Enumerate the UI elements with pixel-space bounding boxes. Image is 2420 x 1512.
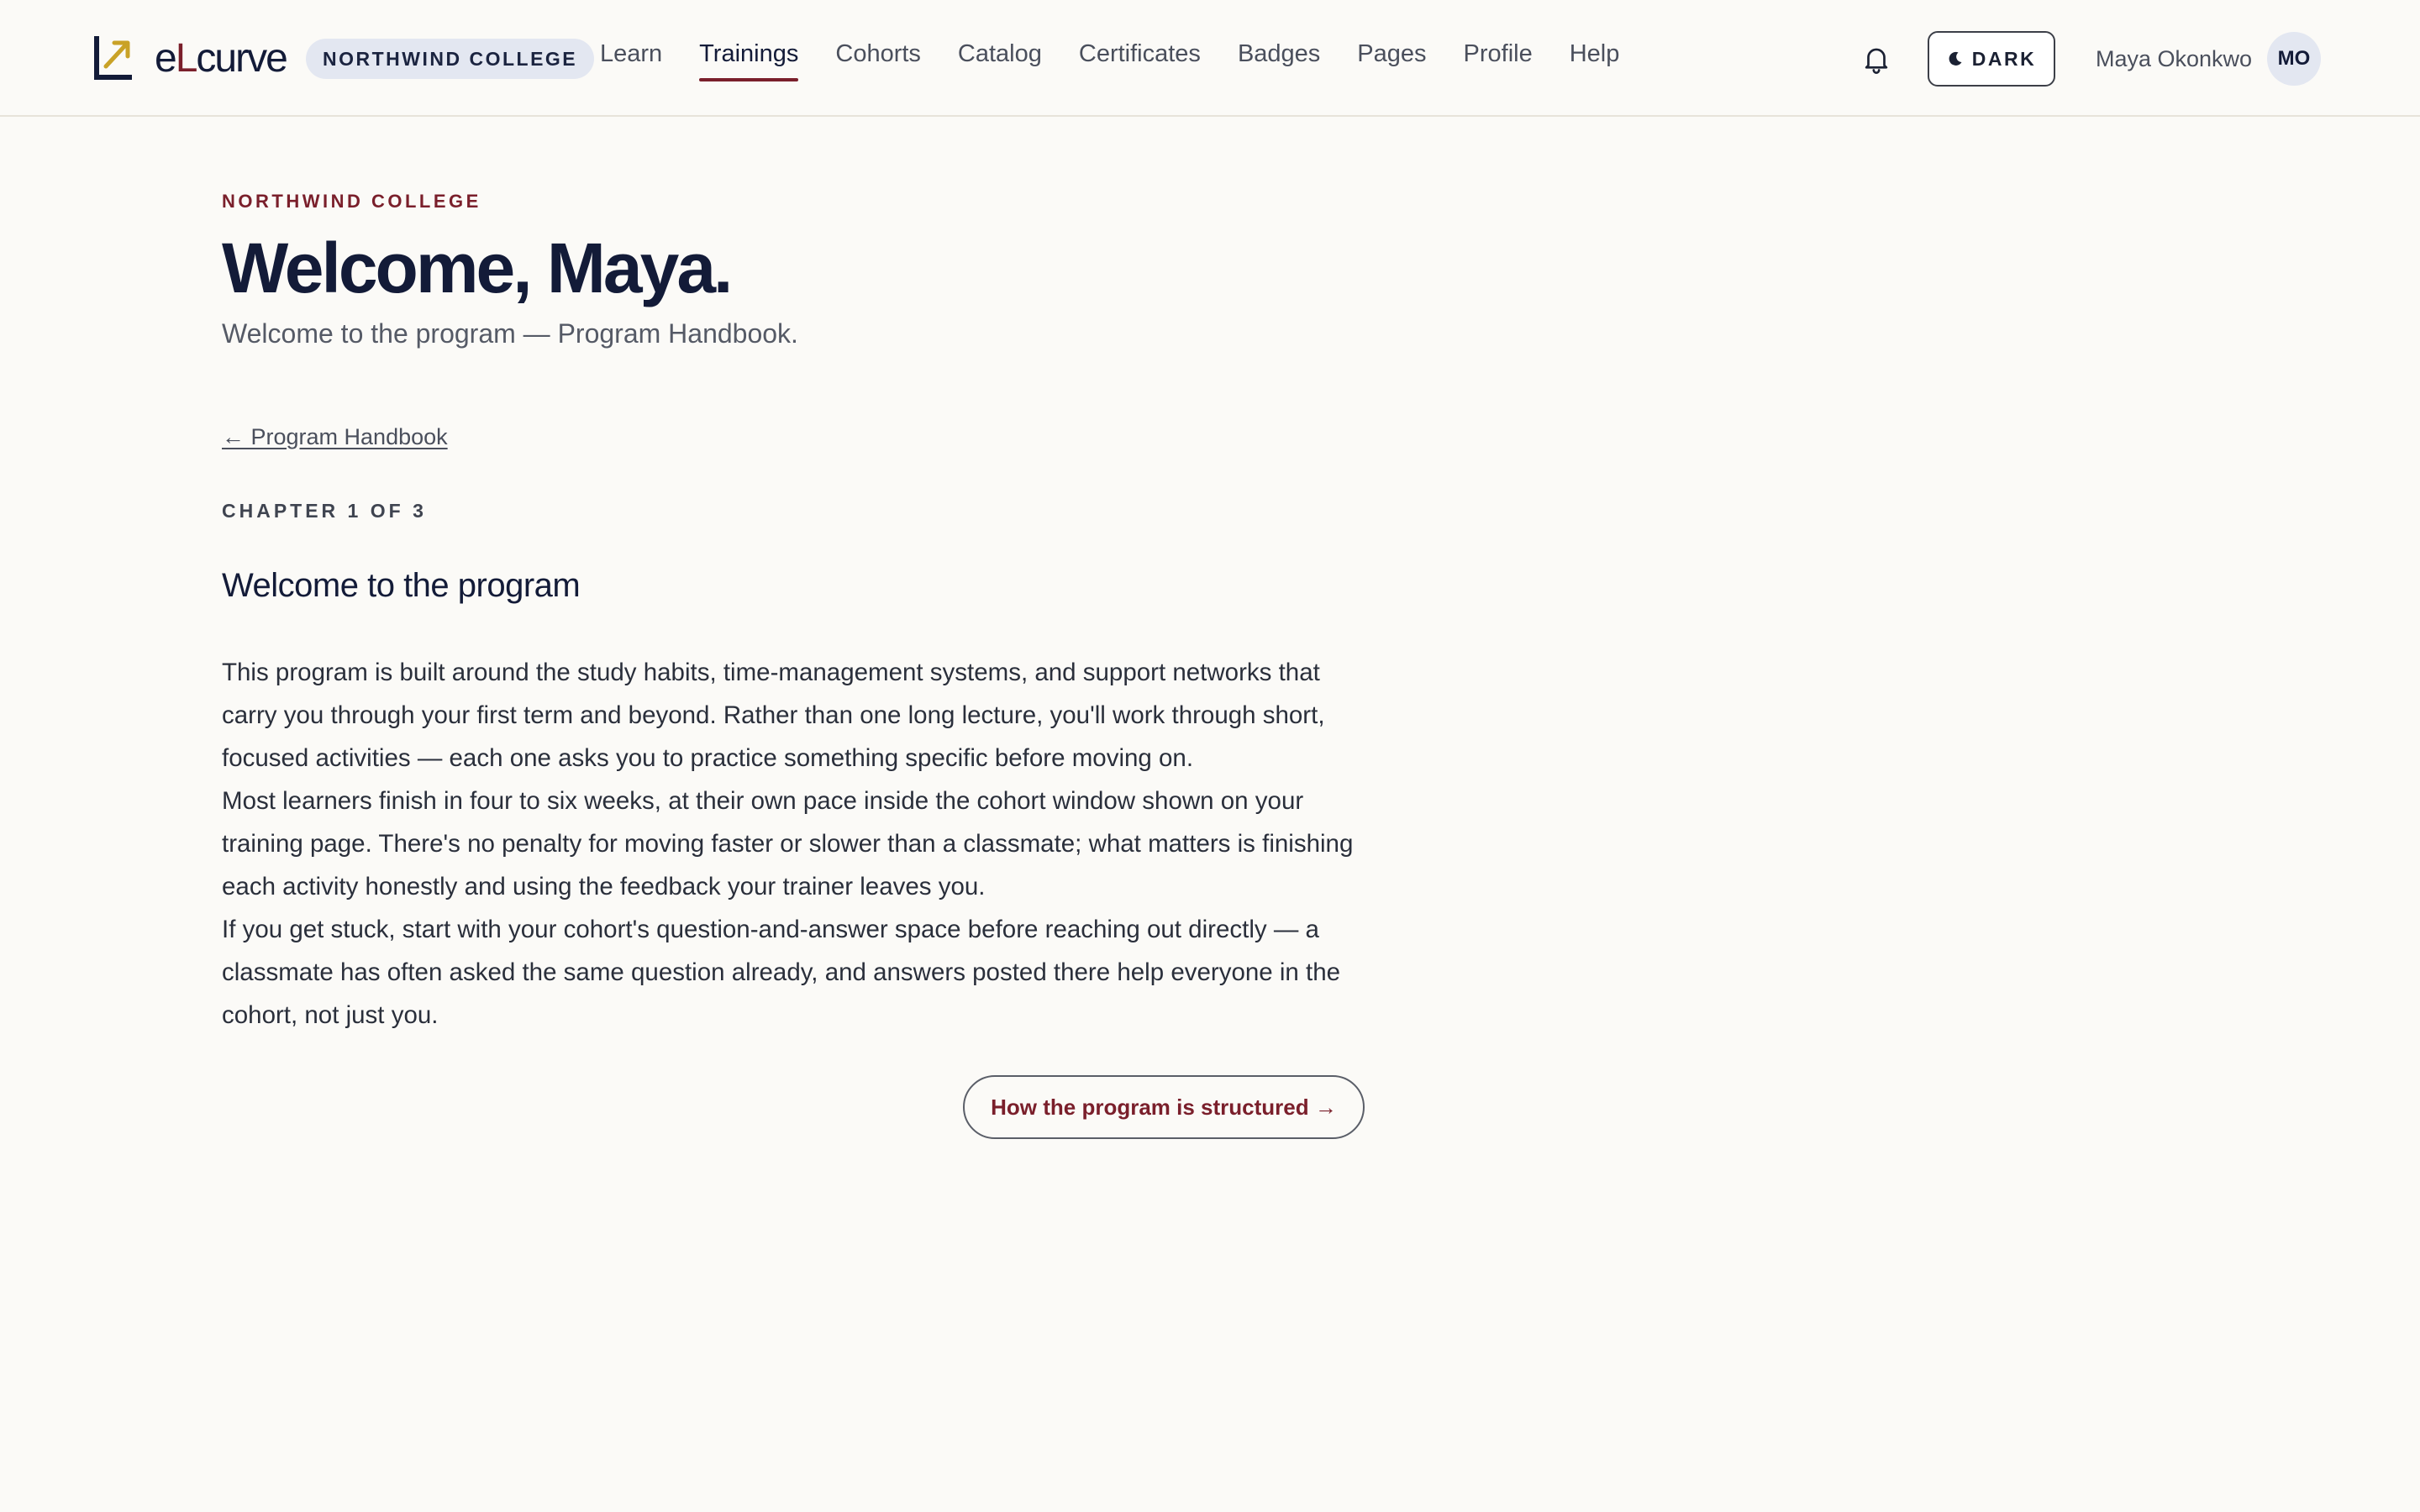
main-nav: Learn Trainings Cohorts Catalog Certific… (600, 0, 1656, 117)
nav-item-pages[interactable]: Pages (1357, 0, 1426, 117)
theme-toggle-label: DARK (1971, 47, 2037, 70)
nav-item-catalog[interactable]: Catalog (958, 0, 1042, 117)
nav-item-help[interactable]: Help (1570, 0, 1620, 117)
brand-suffix: curve (196, 36, 287, 81)
next-chapter-button[interactable]: How the program is structured → (963, 1075, 1365, 1139)
nav-item-certificates[interactable]: Certificates (1079, 0, 1201, 117)
nav-item-cohorts[interactable]: Cohorts (835, 0, 921, 117)
brand-prefix: e (155, 36, 177, 81)
moon-icon (1949, 51, 1962, 66)
chapter-paragraph: Most learners finish in four to six week… (222, 787, 1354, 900)
chapter-progress-label: CHAPTER 1 OF 3 (222, 500, 427, 522)
org-badge[interactable]: NORTHWIND COLLEGE (306, 39, 595, 79)
nav-item-profile[interactable]: Profile (1464, 0, 1533, 117)
chapter-paragraph: This program is built around the study h… (222, 659, 1325, 772)
chapter-title: Welcome to the program (222, 567, 581, 604)
nav-item-trainings[interactable]: Trainings (699, 0, 799, 117)
top-navigation-bar: eLcurve NORTHWIND COLLEGE Learn Training… (0, 0, 2420, 117)
chapter-paragraph: If you get stuck, start with your cohort… (222, 916, 1341, 1029)
nav-item-learn[interactable]: Learn (600, 0, 662, 117)
brand-accent-letter: L (175, 36, 198, 81)
nav-item-badges[interactable]: Badges (1238, 0, 1320, 117)
elcurve-logo-icon[interactable] (92, 35, 134, 82)
chapter-body: This program is built around the study h… (222, 651, 1373, 1037)
bell-icon[interactable] (1860, 42, 1892, 76)
avatar[interactable]: MO (2267, 32, 2321, 86)
user-name[interactable]: Maya Okonkwo (2096, 42, 2252, 76)
theme-toggle-button[interactable]: DARK (1928, 31, 2055, 87)
page-subtitle: Welcome to the program — Program Handboo… (222, 318, 798, 349)
page-title: Welcome, Maya. (222, 228, 733, 307)
brand-wordmark[interactable]: eLcurve (155, 34, 288, 84)
back-to-handbook-link[interactable]: ← Program Handbook (222, 424, 448, 450)
page-eyebrow: NORTHWIND COLLEGE (222, 191, 481, 212)
